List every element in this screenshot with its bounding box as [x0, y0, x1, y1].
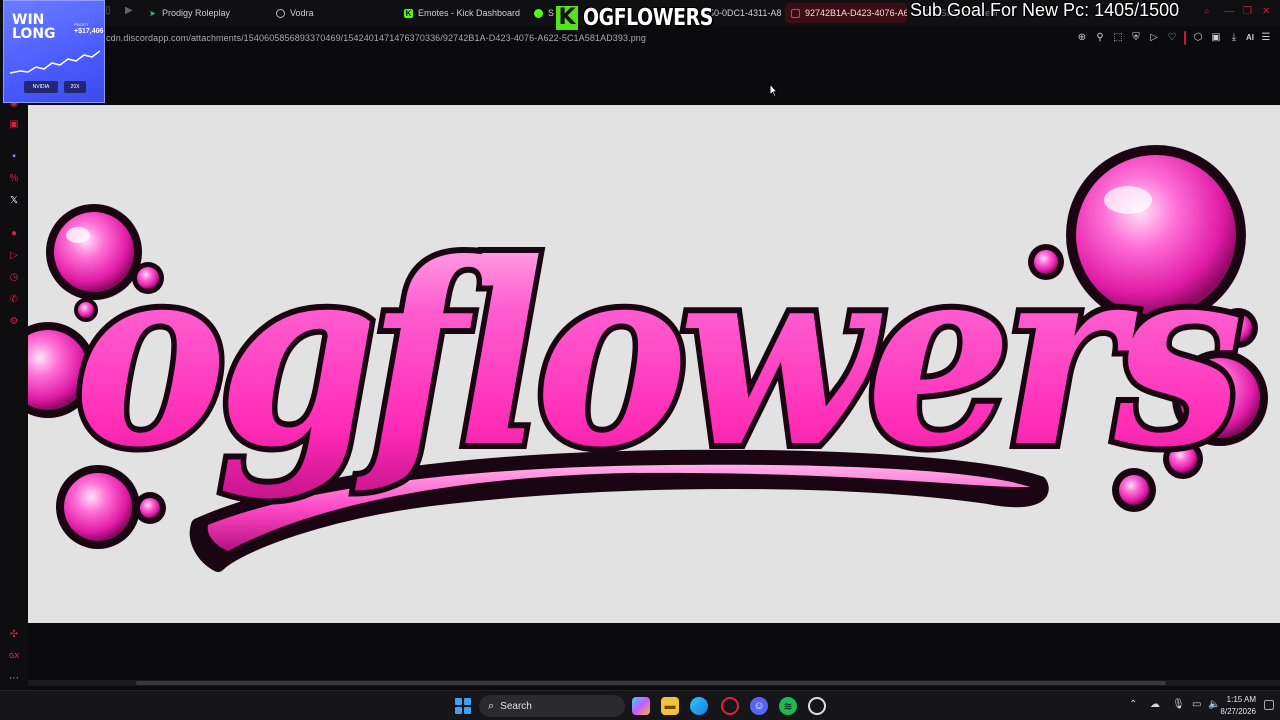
copilot-icon[interactable] — [632, 697, 650, 715]
toolbar-divider — [1184, 31, 1186, 45]
tab-vodra[interactable]: Vodra — [270, 3, 388, 23]
edge-icon[interactable] — [690, 697, 708, 715]
vodra-icon — [276, 8, 285, 18]
search-label: Search — [500, 700, 532, 712]
system-clock[interactable]: 1:15 AM 8/27/2026 — [1220, 694, 1256, 718]
chevron-up-icon[interactable]: ⌃ — [1129, 699, 1137, 710]
opera-ai-icon[interactable]: ● — [8, 227, 20, 239]
taskbar: ⌕ Search ▬ ☺ ≋ ⌃ ☁ 🎙 ▭ 🔈 1:15 AM 8/27/20… — [0, 690, 1280, 720]
twitch-icon[interactable]: ▪ — [8, 150, 20, 162]
tab-kick-dashboard[interactable]: K Emotes - Kick Dashboard — [398, 3, 522, 23]
shield-icon[interactable]: ⛨ — [1130, 32, 1142, 44]
wallet-icon[interactable]: ▣ — [1210, 32, 1222, 44]
kick-logo-icon: K — [554, 3, 580, 32]
ai-button[interactable]: AI — [1246, 32, 1254, 44]
snapshot-icon[interactable]: ⬚ — [1112, 32, 1124, 44]
ad-price: +$17,406 — [74, 28, 104, 35]
notification-icon[interactable] — [1264, 700, 1274, 710]
ogflowers-logo-image: ogflowers — [28, 145, 1268, 572]
news-icon[interactable]: ▣ — [8, 118, 20, 130]
tab-list-icon[interactable]: ▯ — [105, 5, 111, 16]
tab-active-image[interactable]: 92742B1A-D423-4076-A6 — [785, 3, 907, 23]
mouse-cursor-icon — [769, 83, 778, 97]
logo-wordmark: ogflowers — [74, 208, 1239, 502]
clock-date: 8/27/2026 — [1220, 707, 1256, 716]
ad-badge-nvidia: NVIDIA — [24, 81, 58, 93]
history-icon[interactable]: ◷ — [8, 271, 20, 283]
prodigy-icon: ➤ — [149, 8, 156, 18]
pin-icon[interactable]: ⚲ — [1094, 32, 1106, 44]
extensions-icon[interactable]: ⬡ — [1192, 32, 1204, 44]
screen: ▯ ▶ ➤ Prodigy Roleplay Vodra K Emotes - … — [0, 0, 1280, 720]
ad-sub-label: PROFIT — [74, 22, 89, 27]
taskbar-search[interactable]: ⌕ Search — [479, 695, 625, 717]
display-icon[interactable]: ▭ — [1192, 699, 1201, 710]
tab-prodigy-roleplay[interactable]: ➤ Prodigy Roleplay — [142, 3, 260, 23]
send-icon[interactable]: ▷ — [1148, 32, 1160, 44]
ad-title: WIN LONG — [12, 12, 56, 42]
kick-icon — [534, 8, 543, 18]
image-icon — [791, 8, 800, 18]
zoom-icon[interactable]: ⊕ — [1076, 32, 1088, 44]
sidebar: ◉ ▣ ▪ % 𝕏 ● ▷ ◷ ✆ ⚙ ✣ GX ⋯ — [0, 0, 28, 690]
tab-label: Prodigy Roleplay — [162, 8, 231, 18]
more-icon[interactable]: ⋯ — [8, 672, 20, 684]
kick-username: OGFLOWERS — [583, 4, 713, 31]
chat-icon[interactable]: ✆ — [8, 293, 20, 305]
menu-icon[interactable]: ☰ — [1260, 32, 1272, 44]
maximize-icon[interactable]: ❐ — [1243, 6, 1252, 17]
percent-icon[interactable]: % — [8, 172, 20, 184]
image-viewer: ogflowers — [28, 105, 1280, 623]
horizontal-scrollbar[interactable] — [28, 680, 1280, 686]
tab-label: Vodra — [290, 8, 314, 18]
x-icon[interactable]: 𝕏 — [8, 194, 20, 206]
gx-icon[interactable]: GX — [8, 650, 20, 662]
minimize-icon[interactable]: — — [1224, 6, 1234, 17]
sub-goal-overlay: Sub Goal For New Pc: 1405/1500 — [910, 0, 1180, 20]
sparkle-icon[interactable]: ✣ — [8, 628, 20, 640]
file-explorer-icon[interactable]: ▬ — [661, 697, 679, 715]
download-icon[interactable]: ⤓ — [1228, 32, 1240, 44]
ad-overlay: WIN LONG PROFIT +$17,406 NVIDIA 20X — [3, 0, 105, 103]
spotify-icon[interactable]: ≋ — [779, 697, 797, 715]
close-icon[interactable]: ✕ — [1262, 6, 1270, 17]
url-field[interactable]: cdn.discordapp.com/attachments/154060585… — [106, 33, 646, 43]
scrollbar-thumb[interactable] — [136, 681, 1166, 685]
ad-chart-line — [10, 50, 100, 74]
opera-gx-icon[interactable] — [721, 697, 739, 715]
kick-icon: K — [404, 8, 413, 18]
search-tabs-icon[interactable]: ⌕ — [1204, 6, 1210, 17]
speaker-icon[interactable]: 🔈 — [1208, 699, 1220, 710]
discord-icon[interactable]: ☺ — [750, 697, 768, 715]
ad-badge-multiplier: 20X — [64, 81, 86, 93]
play-icon[interactable]: ▶ — [125, 5, 133, 16]
kick-username-overlay: K OGFLOWERS — [554, 2, 741, 33]
windows-start-icon[interactable] — [455, 698, 471, 714]
obs-icon[interactable] — [808, 697, 826, 715]
microphone-icon[interactable]: 🎙 — [1172, 699, 1185, 710]
tab-label: Emotes - Kick Dashboard — [418, 8, 521, 18]
clock-time: 1:15 AM — [1226, 695, 1256, 704]
heart-icon[interactable]: ♡ — [1166, 32, 1178, 44]
play-icon[interactable]: ▷ — [8, 249, 20, 261]
search-icon: ⌕ — [488, 699, 495, 712]
cloud-icon[interactable]: ☁ — [1150, 699, 1160, 710]
tab-kick-stream[interactable]: S — [528, 3, 554, 23]
tab-label: 92742B1A-D423-4076-A6 — [805, 8, 907, 18]
toolbar: ⊕ ⚲ ⬚ ⛨ ▷ ♡ ⬡ ▣ ⤓ AI ☰ — [1076, 31, 1272, 45]
settings-icon[interactable]: ⚙ — [8, 315, 20, 327]
